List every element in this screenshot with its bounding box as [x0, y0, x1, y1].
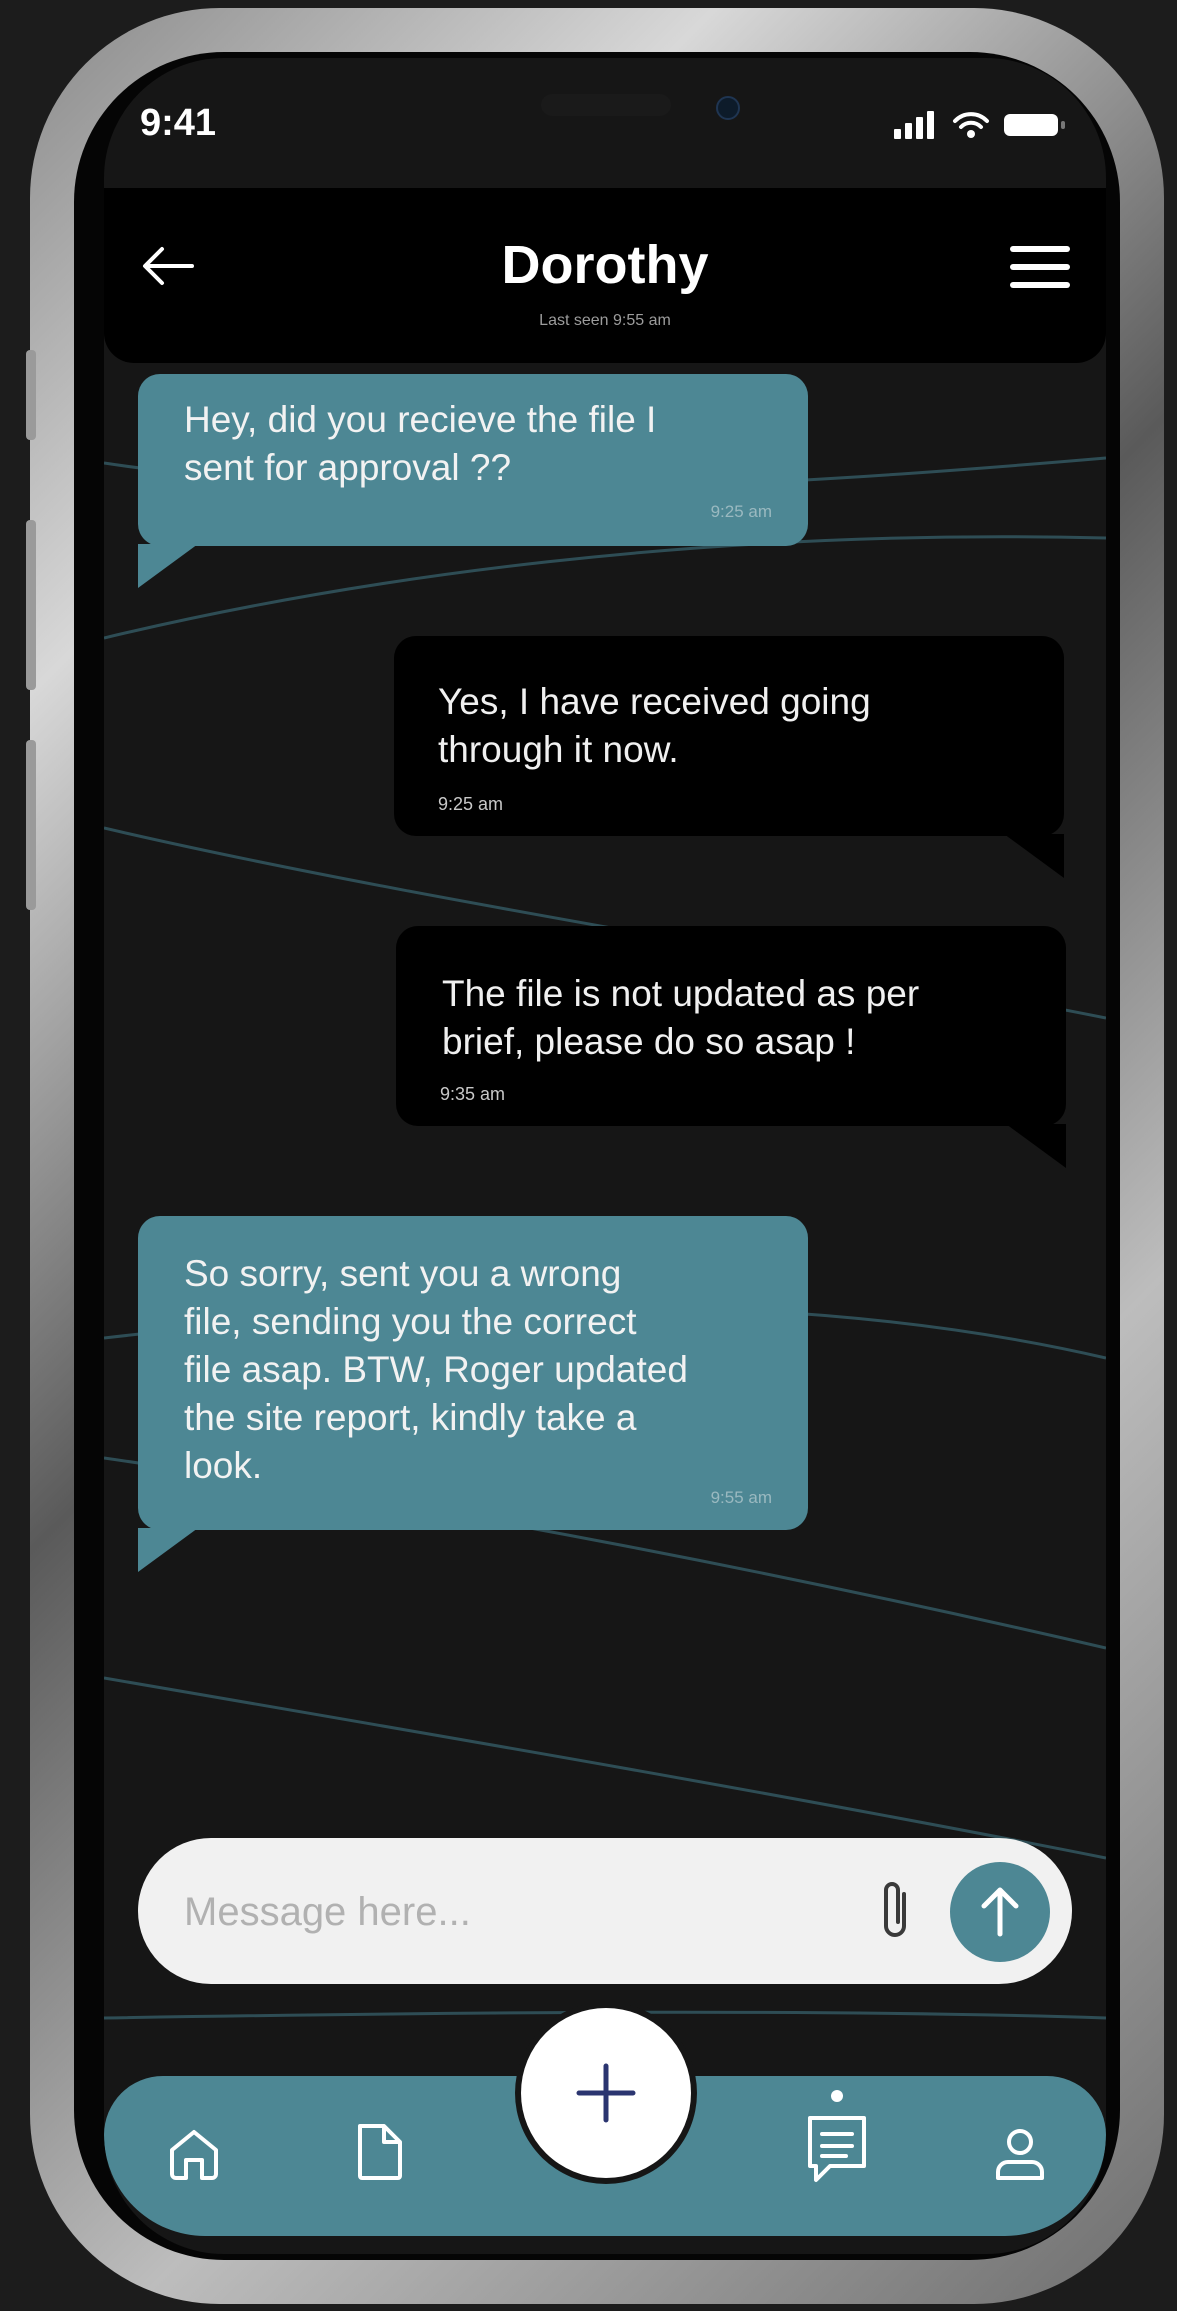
document-icon[interactable] — [354, 2122, 406, 2182]
message-text: The file is not updated as per brief, pl… — [442, 973, 920, 1062]
front-camera — [716, 96, 740, 120]
battery-icon — [1004, 114, 1065, 136]
send-button[interactable] — [950, 1862, 1050, 1962]
arrow-up-icon — [981, 1887, 1019, 1937]
profile-icon[interactable] — [994, 2126, 1046, 2182]
volume-up-button — [26, 520, 36, 690]
message-bubble-outgoing[interactable]: The file is not updated as per brief, pl… — [396, 926, 1066, 1126]
signal-icon — [894, 111, 934, 139]
status-time: 9:41 — [140, 102, 217, 144]
bubble-tail — [1004, 834, 1064, 878]
hamburger-menu-icon[interactable] — [1010, 244, 1070, 290]
chat-icon[interactable] — [806, 2088, 868, 2188]
message-time: 9:25 am — [710, 502, 772, 521]
last-seen-status: Last seen 9:55 am — [539, 312, 671, 329]
message-text: So sorry, sent you a wrong file, sending… — [184, 1253, 688, 1486]
screen: 9:41 Dorothy Last seen 9:55 am Hey, did … — [104, 58, 1106, 2254]
mute-switch — [26, 350, 36, 440]
status-bar: 9:41 — [104, 58, 1106, 188]
volume-down-button — [26, 740, 36, 910]
wifi-icon — [953, 112, 989, 138]
bubble-tail — [1006, 1124, 1066, 1168]
message-composer — [138, 1838, 1072, 1984]
status-icons — [894, 110, 1066, 140]
contact-name: Dorothy — [501, 235, 709, 295]
message-time: 9:25 am — [438, 794, 504, 814]
message-bubble-incoming[interactable]: Hey, did you recieve the file I sent for… — [138, 374, 808, 546]
chat-header: Dorothy Last seen 9:55 am — [104, 188, 1106, 363]
home-icon[interactable] — [166, 2126, 222, 2182]
plus-icon — [576, 2063, 636, 2123]
message-text: Yes, I have received going through it no… — [438, 681, 871, 770]
message-bubble-outgoing[interactable]: Yes, I have received going through it no… — [394, 636, 1064, 836]
message-time: 9:55 am — [710, 1488, 772, 1507]
message-text: Hey, did you recieve the file I sent for… — [184, 399, 657, 488]
new-chat-button[interactable] — [521, 2008, 691, 2178]
speaker-grille — [541, 94, 671, 116]
message-bubble-incoming[interactable]: So sorry, sent you a wrong file, sending… — [138, 1216, 808, 1530]
paperclip-icon[interactable] — [878, 1876, 914, 1946]
message-time: 9:35 am — [440, 1084, 506, 1104]
bubble-tail — [138, 544, 198, 588]
message-input[interactable] — [182, 1876, 806, 1948]
bubble-tail — [138, 1528, 198, 1572]
